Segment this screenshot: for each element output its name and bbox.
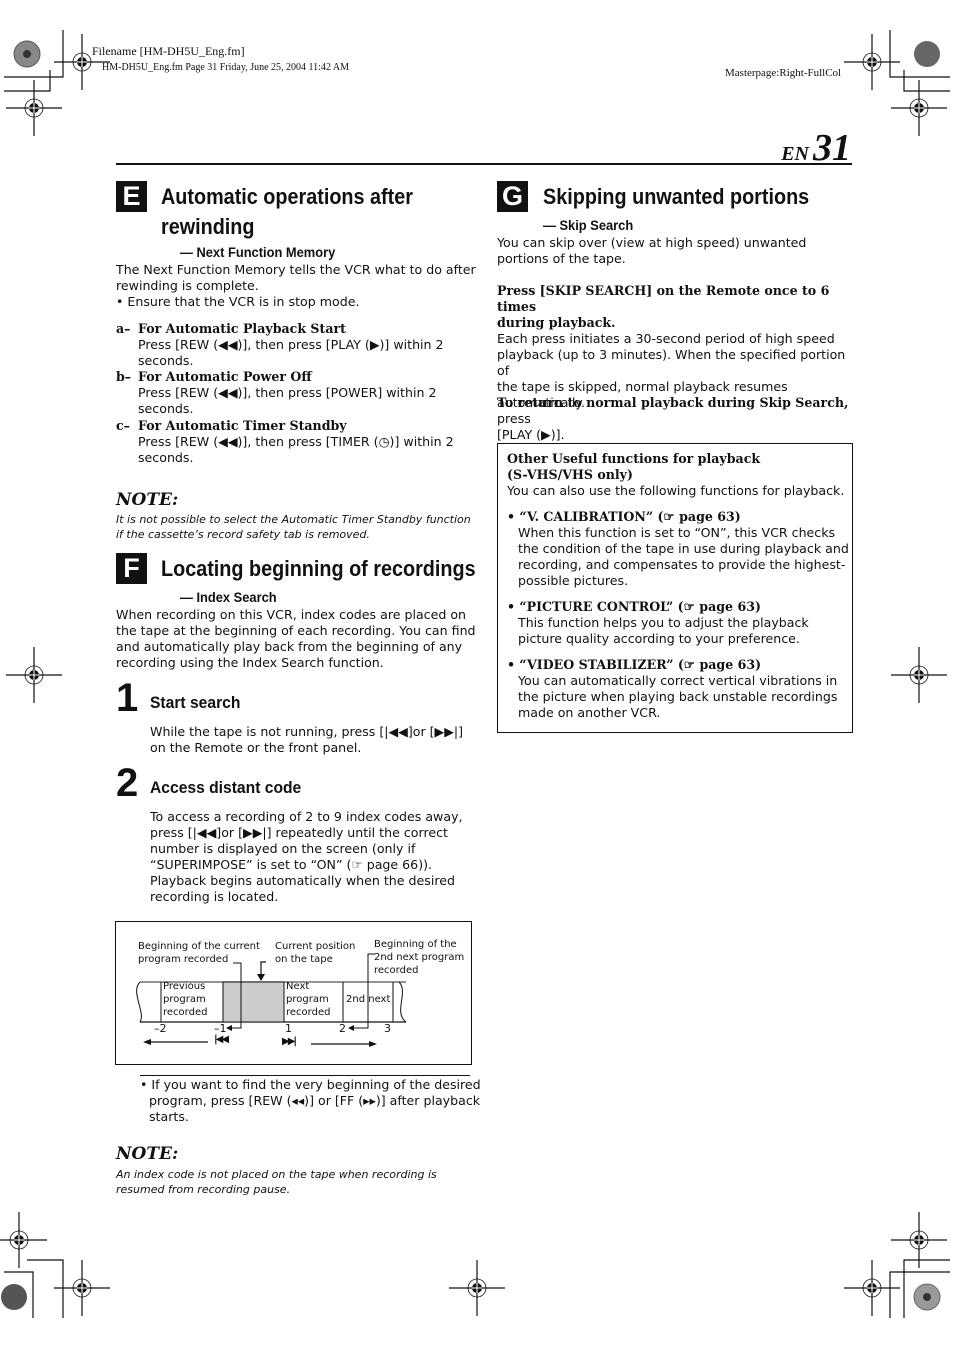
index-search-diagram: Beginning of the current program recorde… — [115, 921, 472, 1065]
list-item: • “VIDEO STABILIZER” (☞ page 63) You can… — [507, 657, 838, 720]
language-code: EN — [781, 143, 809, 165]
step-2-number: 2 — [116, 761, 139, 805]
section-e-title-line2: rewinding — [161, 214, 255, 239]
box-intro: You can also use the following functions… — [507, 483, 845, 498]
section-g-intro: You can skip over (view at high speed) u… — [497, 235, 807, 266]
note-heading: NOTE: — [116, 490, 179, 510]
section-g-badge: G — [497, 181, 528, 212]
note-text: It is not possible to select the Automat… — [116, 513, 471, 541]
list-item: a– For Automatic Playback Start Press [R… — [116, 321, 444, 368]
segment-next: Next program recorded — [286, 981, 331, 1018]
tick-label: 3 — [384, 1022, 391, 1035]
step-2-title: Access distant code — [150, 778, 302, 797]
list-item: b– For Automatic Power Off Press [REW (◀… — [116, 369, 437, 416]
list-item: • “PICTURE CONTROL” (☞ page 63) This fun… — [507, 599, 809, 646]
section-g-title: Skipping unwanted portions — [543, 184, 810, 209]
box-title: Other Useful functions for playback — [507, 451, 761, 466]
section-e-badge: E — [116, 181, 147, 212]
section-f-intro: When recording on this VCR, index codes … — [116, 607, 476, 670]
section-e-items: a– For Automatic Playback Start Press [R… — [116, 321, 476, 466]
note-text: An index code is not placed on the tape … — [116, 1168, 437, 1196]
tick-label: –2 — [154, 1022, 167, 1035]
list-item: • “V. CALIBRATION” (☞ page 63) When this… — [507, 509, 849, 588]
section-e-intro: The Next Function Memory tells the VCR w… — [116, 262, 476, 309]
section-e-bullet: • Ensure that the VCR is in stop mode. — [116, 294, 360, 309]
step-1-text: While the tape is not running, press [|◀… — [150, 724, 464, 755]
section-g-subtitle: — Skip Search — [543, 217, 634, 233]
useful-functions-box: Other Useful functions for playback (S-V… — [497, 443, 853, 733]
filename-label: Filename [HM-DH5U_Eng.fm] — [92, 44, 245, 58]
segment-previous: Previous program recorded — [163, 981, 208, 1018]
header-rule — [116, 163, 852, 165]
current-segment — [222, 981, 285, 1023]
note-heading: NOTE: — [116, 1144, 179, 1164]
step-1-number: 1 — [116, 676, 139, 720]
step-2-text: To access a recording of 2 to 9 index co… — [150, 809, 463, 904]
label-current-position: Current position on the tape — [275, 941, 356, 965]
section-f-title: Locating beginning of recordings — [161, 556, 476, 581]
gray-disc-icon — [914, 41, 940, 67]
tip-text: • If you want to find the very beginning… — [140, 1077, 481, 1124]
step-1-title: Start search — [150, 693, 241, 712]
section-e-subtitle: — Next Function Memory — [180, 244, 336, 260]
masterpage-label: Masterpage:Right-FullCol — [725, 67, 842, 79]
label-current-begin: Beginning of the current program recorde… — [138, 941, 260, 965]
file-info-label: HM-DH5U_Eng.fm Page 31 Friday, June 25, … — [102, 62, 350, 73]
tick-label: 1 — [285, 1022, 292, 1035]
section-f-badge: F — [116, 553, 147, 584]
skip-search-instruction: Press [SKIP SEARCH] on the Remote once t… — [497, 283, 846, 410]
label-2nd-begin: Beginning of the 2nd next program record… — [374, 939, 465, 976]
return-instruction: To return to normal playback during Skip… — [497, 395, 849, 442]
segment-2nd-next: 2nd next — [346, 994, 391, 1005]
list-item: c– For Automatic Timer Standby Press [RE… — [116, 418, 454, 465]
section-f-subtitle: — Index Search — [180, 589, 277, 605]
rewind-skip-icon: |◀◀ — [214, 1034, 229, 1045]
section-e-title-line1: Automatic operations after — [161, 184, 413, 209]
forward-skip-icon: ▶▶| — [282, 1036, 297, 1047]
tip-rule — [140, 1075, 470, 1076]
tick-label: 2 — [339, 1022, 346, 1035]
